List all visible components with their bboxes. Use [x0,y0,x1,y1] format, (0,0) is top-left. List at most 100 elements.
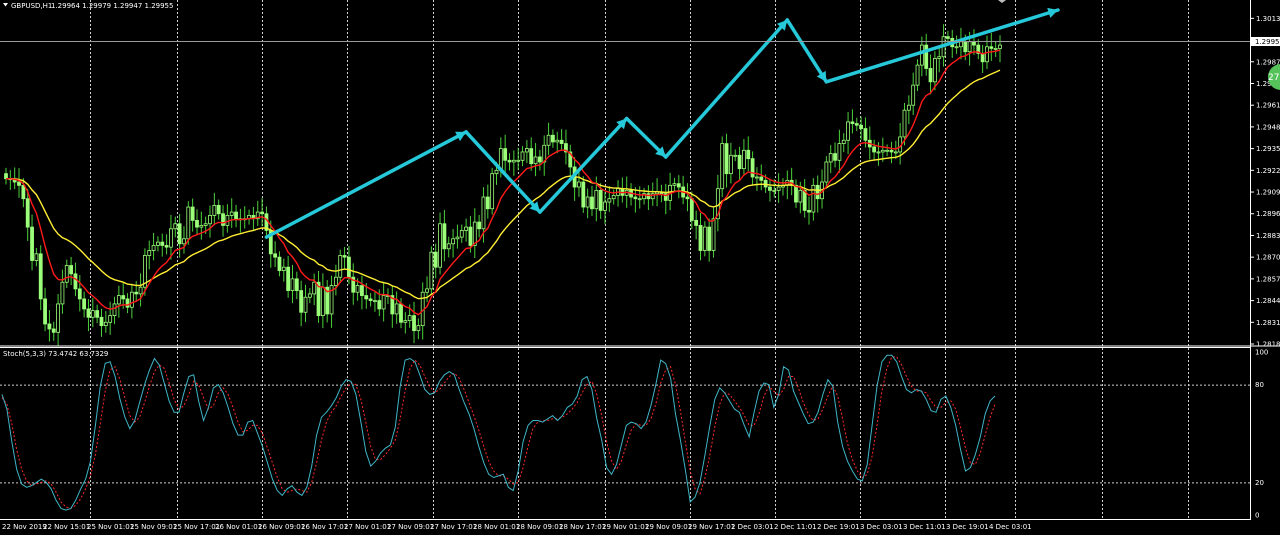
candle-body [607,198,612,203]
stoch-tick-label: 0 [1255,512,1259,520]
candle-body [303,296,308,313]
candle-body [77,288,82,300]
candle-body [4,173,8,180]
candle-body [711,218,716,251]
candle-body [164,245,169,248]
candle-body [116,295,121,305]
candle-body [299,290,304,313]
candle-body [911,84,916,106]
candle-body [985,46,989,63]
candle-body [637,198,642,201]
candle-body [360,285,364,296]
candle-body [199,225,204,228]
candle-body [837,143,842,161]
candle-body [338,255,343,278]
candle-body [742,149,746,170]
candle-body [872,146,877,153]
time-tick-label: 4 Dec 03:01 [989,523,1032,531]
candle-body [30,226,34,261]
candle-body [555,139,560,143]
price-tick-label: 1.29220 [1256,167,1280,175]
candle-body [147,250,152,256]
candle-body [841,139,846,144]
candle-body [720,143,725,190]
candle-body [833,153,837,161]
candle-body [885,149,890,152]
candle-body [433,251,438,268]
candle-body [333,276,338,286]
candle-body [38,253,43,300]
candle-body [863,128,868,141]
candle-body [633,196,638,200]
candle-body [846,121,850,141]
candle-body [129,291,134,308]
candle-body [646,193,651,200]
candle-body [290,278,295,291]
candle-body [312,281,317,295]
candle-body [286,266,291,291]
candle-body [56,303,60,333]
time-tick-label: 27 Nov 17:01 [430,523,477,531]
candle-body [972,41,976,46]
candle-body [924,44,929,69]
candle-body [95,310,100,318]
candle-body [798,189,803,203]
candle-body [151,245,156,251]
candle-body [807,209,811,213]
candle-body [294,278,299,291]
price-tick-label: 1.28960 [1256,210,1280,218]
candle-body [394,303,399,315]
candle-body [138,286,143,295]
time-tick-label: 26 Nov 01:01 [215,523,262,531]
price-tick-label: 1.28570 [1256,275,1280,283]
candle-body [551,134,555,143]
signal-badge-text: 27 [1268,73,1279,83]
candle-body [906,104,911,111]
candle-body [425,288,429,293]
time-tick-label: 2 Dec 19:01 [817,523,860,531]
candle-body [273,253,278,258]
price-tick-label: 1.29480 [1256,123,1280,131]
price-tick-label: 1.28830 [1256,232,1280,240]
candle-body [794,184,798,203]
candle-body [516,159,521,162]
candle-body [17,181,21,186]
candle-body [854,123,859,126]
candle-body [203,223,208,226]
candle-body [429,251,434,290]
time-tick-label: 3 Dec 19:01 [946,523,989,531]
candle-body [815,184,820,200]
candle-body [195,220,199,228]
candle-body [524,148,529,153]
candle-body [103,321,108,327]
candle-body [919,44,924,66]
candle-body [416,325,421,332]
candle-body [477,221,482,230]
time-tick-label: 25 Nov 01:01 [87,523,134,531]
candle-body [51,328,56,333]
time-tick-label: 22 Nov 2019 [2,523,47,531]
price-tick-label: 1.29350 [1256,145,1280,153]
candle-body [320,286,325,317]
candle-body [937,56,942,59]
time-tick-label: 29 Nov 17:01 [688,523,735,531]
candle-body [876,151,881,154]
candle-body [507,159,512,163]
candle-body [689,198,694,221]
candle-body [82,298,87,310]
candle-body [212,204,217,216]
price-tick-label: 1.28180 [1256,341,1280,349]
symbol-label: GBPUSD,H1 [11,2,52,10]
candle-body [446,243,451,250]
candle-body [25,198,30,228]
candle-body [381,295,386,310]
candle-body [594,189,599,210]
candle-body [511,159,516,163]
candle-body [676,183,681,188]
trading-chart[interactable]: 1.301301.300001.298701.297401.296101.294… [0,0,1280,535]
candle-body [182,238,186,245]
stoch-header: Stoch(5,3,3) 73.4742 63.7329 [3,350,108,358]
candle-body [21,184,26,200]
candle-body [90,310,95,318]
candle-body [702,226,707,251]
